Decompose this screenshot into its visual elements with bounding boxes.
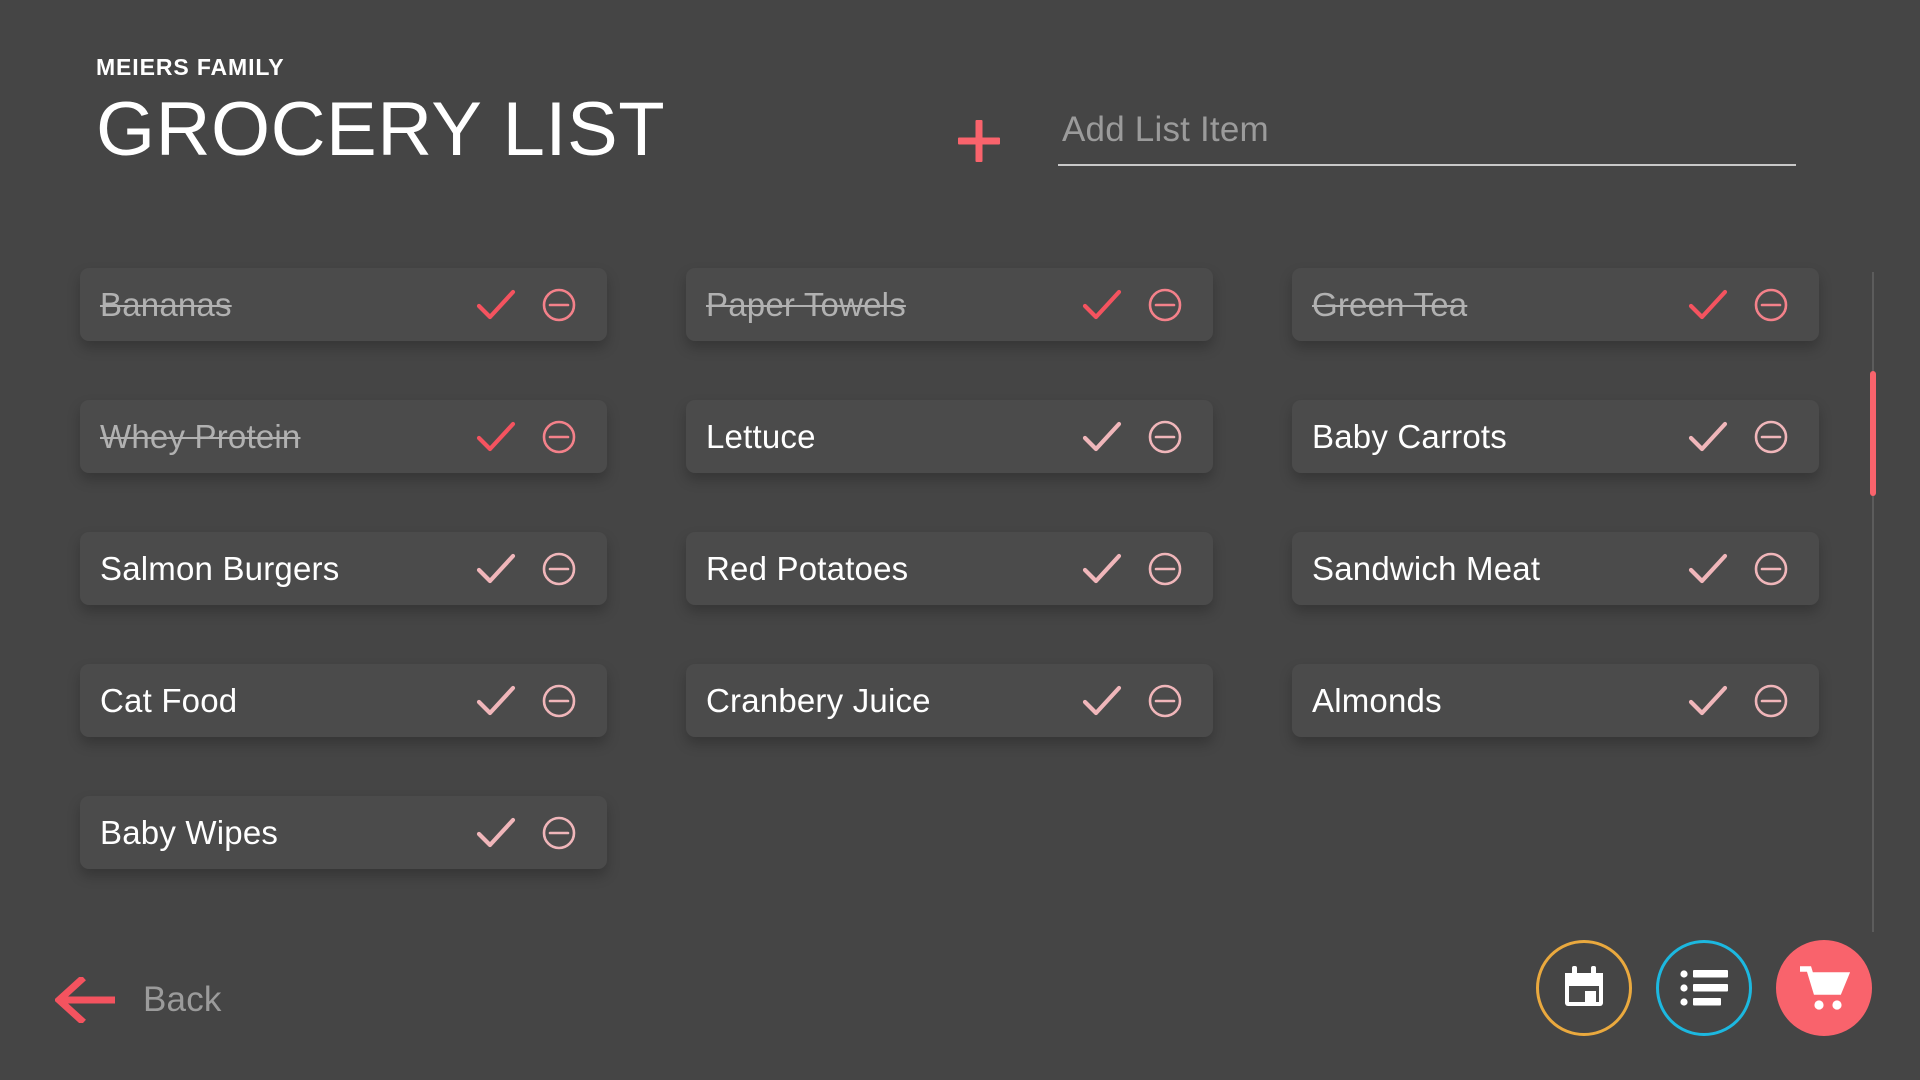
check-icon [476,817,516,847]
list-item[interactable]: Paper Towels [686,268,1213,341]
list-column-1: Bananas Whey Protein Salmon Burgers Cat Foo… [80,268,607,928]
list-item-label: Lettuce [706,417,816,455]
check-icon [1082,553,1122,583]
check-icon [476,553,516,583]
list-item[interactable]: Sandwich Meat [1292,532,1819,605]
list-item-label: Red Potatoes [706,549,909,587]
add-item-input-wrap [1058,110,1796,166]
list-item[interactable]: Baby Wipes [80,796,607,869]
calendar-icon [1565,966,1603,1006]
minus-circle-icon [542,684,576,717]
list-item-check-button[interactable] [1685,282,1731,328]
add-list-item-input[interactable] [1058,110,1796,166]
check-icon [476,289,516,319]
list-item[interactable]: Whey Protein [80,400,607,473]
grocery-list-grid: Bananas Whey Protein Salmon Burgers Cat Foo… [80,268,1820,888]
list-item[interactable]: Almonds [1292,664,1819,737]
list-item[interactable]: Cranbery Juice [686,664,1213,737]
list-item-check-button[interactable] [1685,414,1731,460]
list-item[interactable]: Lettuce [686,400,1213,473]
check-icon [1688,421,1728,451]
list-item-check-button[interactable] [473,282,519,328]
list-item-remove-button[interactable] [539,813,579,853]
list-item[interactable]: Salmon Burgers [80,532,607,605]
list-item-remove-button[interactable] [539,417,579,457]
list-item-check-button[interactable] [1079,414,1125,460]
minus-circle-icon [1754,684,1788,717]
minus-circle-icon [1754,552,1788,585]
list-item-check-button[interactable] [1079,678,1125,724]
list-item-remove-button[interactable] [1751,285,1791,325]
list-item-label: Bananas [100,285,232,323]
cart-fab[interactable] [1776,940,1872,1036]
minus-circle-icon [1148,684,1182,717]
list-item[interactable]: Baby Carrots [1292,400,1819,473]
list-item-check-button[interactable] [1685,546,1731,592]
list-item-label: Salmon Burgers [100,549,340,587]
list-item-label: Baby Carrots [1312,417,1507,455]
minus-circle-icon [1754,420,1788,453]
arrow-left-icon [55,977,115,1023]
check-icon [1082,289,1122,319]
minus-circle-icon [542,420,576,453]
list-item-check-button[interactable] [473,414,519,460]
list-item-label: Baby Wipes [100,813,279,851]
list-item-label: Whey Protein [100,417,301,455]
list-item-remove-button[interactable] [1145,285,1185,325]
check-icon [1688,289,1728,319]
vertical-scrollbar-track[interactable] [1870,272,1876,932]
list-item-label: Cranbery Juice [706,681,931,719]
list-item[interactable]: Red Potatoes [686,532,1213,605]
check-icon [476,421,516,451]
list-item-label: Paper Towels [706,285,906,323]
calendar-fab[interactable] [1536,940,1632,1036]
plus-icon[interactable] [956,118,1002,164]
list-item-remove-button[interactable] [539,549,579,589]
add-item-row [956,110,1796,180]
family-name: MEIERS FAMILY [96,54,285,80]
minus-circle-icon [1148,288,1182,321]
list-item[interactable]: Green Tea [1292,268,1819,341]
back-button[interactable]: Back [55,965,222,1035]
minus-circle-icon [1148,552,1182,585]
back-label: Back [143,980,222,1019]
check-icon [1082,685,1122,715]
list-item-check-button[interactable] [473,810,519,856]
list-item-label: Almonds [1312,681,1442,719]
list-item-remove-button[interactable] [539,285,579,325]
check-icon [1082,421,1122,451]
list-item-check-button[interactable] [473,546,519,592]
list-item[interactable]: Bananas [80,268,607,341]
minus-circle-icon [1754,288,1788,321]
minus-circle-icon [542,288,576,321]
list-column-3: Green Tea Baby Carrots Sandwich Meat Almond… [1292,268,1819,796]
list-item-remove-button[interactable] [1751,681,1791,721]
list-item-check-button[interactable] [1685,678,1731,724]
list-item-label: Cat Food [100,681,238,719]
list-item-remove-button[interactable] [1145,417,1185,457]
check-icon [476,685,516,715]
list-item-remove-button[interactable] [1751,417,1791,457]
list-fab[interactable] [1656,940,1752,1036]
list-item-check-button[interactable] [1079,282,1125,328]
minus-circle-icon [542,816,576,849]
action-button-row [1536,940,1872,1036]
minus-circle-icon [542,552,576,585]
list-item-remove-button[interactable] [1145,549,1185,589]
list-icon [1680,970,1728,1006]
vertical-scrollbar-thumb[interactable] [1870,371,1876,497]
list-item-remove-button[interactable] [1145,681,1185,721]
list-item-check-button[interactable] [1079,546,1125,592]
list-item-remove-button[interactable] [539,681,579,721]
list-item-label: Green Tea [1312,285,1468,323]
minus-circle-icon [1148,420,1182,453]
list-item-check-button[interactable] [473,678,519,724]
list-item[interactable]: Cat Food [80,664,607,737]
check-icon [1688,553,1728,583]
check-icon [1688,685,1728,715]
list-item-remove-button[interactable] [1751,549,1791,589]
list-column-2: Paper Towels Lettuce Red Potatoes Cranbery … [686,268,1213,796]
shopping-cart-icon [1800,966,1850,1010]
list-item-label: Sandwich Meat [1312,549,1541,587]
